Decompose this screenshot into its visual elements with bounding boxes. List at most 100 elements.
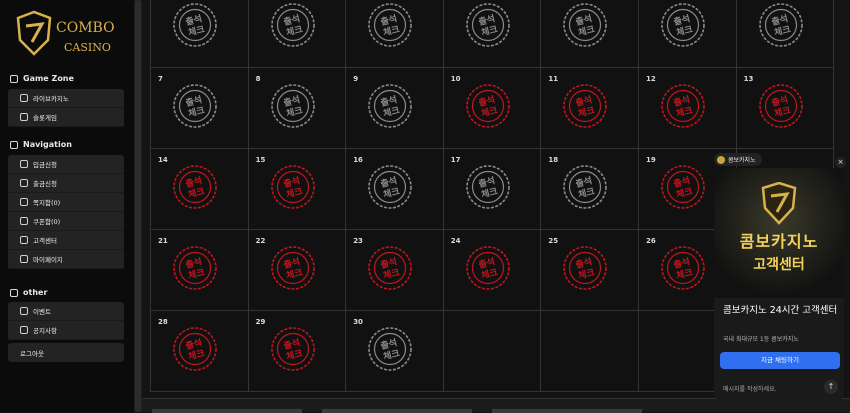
sidebar-item-slot-game[interactable]: 슬롯게임: [8, 108, 124, 127]
shield-logo-icon: [761, 182, 797, 225]
calendar-day-cell: 출석 체크: [346, 0, 444, 68]
attendance-stamp-unchecked-icon: 출석체크: [368, 84, 412, 128]
attendance-stamp-unchecked-icon: 출석체크: [368, 327, 412, 371]
calendar-day-cell: [443, 311, 542, 392]
calendar-day-number: 26: [646, 237, 656, 245]
calendar-day-number: 29: [255, 318, 266, 326]
sidebar-item-messages[interactable]: 쪽지함(0): [8, 193, 124, 212]
calendar-day-cell: 출석 체크: [248, 0, 347, 68]
attendance-stamp-unchecked-icon: 출석체크: [758, 3, 803, 47]
sidebar-item-support[interactable]: 고객센터: [8, 231, 124, 250]
attendance-stamp-checked-icon: 출석체크: [173, 246, 217, 290]
chat-message-input[interactable]: 메시지를 작성하세요.: [723, 384, 777, 393]
calendar-day-cell: 11 출석 체크: [541, 68, 639, 149]
calendar-day-cell: 23 출석 체크: [346, 230, 444, 311]
bottom-bar-segment: [492, 409, 642, 413]
attendance-stamp-unchecked-icon: 출석체크: [368, 3, 412, 47]
headset-icon: [20, 236, 28, 244]
send-icon[interactable]: ↑: [824, 380, 838, 394]
calendar-day-cell: 12 출석 체크: [639, 68, 737, 149]
calendar-day-number: 8: [255, 75, 261, 83]
calendar-day-cell: 22 출석 체크: [248, 230, 347, 311]
attendance-stamp-checked-icon: 출석체크: [465, 84, 510, 128]
attendance-stamp-checked-icon: 출석체크: [465, 246, 510, 290]
sidebar-item-mypage[interactable]: 마이페이지: [8, 250, 124, 269]
compass-icon: [10, 140, 18, 149]
mail-icon: [20, 198, 28, 206]
chat-launcher-pill[interactable]: 콤보카지노: [714, 153, 762, 166]
logo-line2: CASINO: [64, 41, 111, 54]
calendar-day-number: 14: [158, 156, 168, 164]
calendar-day-cell: 24 출석 체크: [443, 230, 542, 311]
calendar-day-number: 30: [353, 318, 363, 326]
start-chat-button[interactable]: 지금 채팅하기: [720, 352, 840, 369]
sidebar-item-notice[interactable]: 공지사항: [8, 321, 124, 340]
slot-icon: [20, 113, 28, 121]
attendance-stamp-unchecked-icon: 출석체크: [563, 165, 608, 209]
bottom-bar-segment: [152, 409, 302, 413]
calendar-day-cell: 16 출석 체크: [346, 149, 444, 230]
calendar-day-number: 22: [255, 237, 266, 245]
attendance-stamp-unchecked-icon: 출석체크: [368, 165, 412, 209]
chat-subtitle: 국내 최대규모 1등 콤보카지노: [723, 336, 799, 343]
calendar-day-number: 12: [646, 75, 656, 83]
deposit-icon: [20, 160, 28, 168]
attendance-stamp-checked-icon: 출석체크: [661, 84, 705, 128]
cards-icon: [20, 94, 28, 102]
attendance-stamp-unchecked-icon: 출석체크: [563, 3, 608, 47]
calendar-day-number: 21: [158, 237, 168, 245]
sidebar-item-deposit[interactable]: 입금신청: [8, 155, 124, 174]
calendar-day-cell: 10 출석 체크: [443, 68, 542, 149]
calendar-day-cell: 출석 체크: [639, 0, 737, 68]
bottom-bar-segment: [322, 409, 472, 413]
scrollbar-thumb[interactable]: [135, 0, 141, 412]
sidebar-item-event[interactable]: 이벤트: [8, 302, 124, 321]
attendance-stamp-checked-icon: 출석체크: [661, 246, 705, 290]
calendar-day-cell: 15 출석 체크: [248, 149, 347, 230]
attendance-stamp-checked-icon: 출석체크: [270, 327, 315, 371]
combo-casino-logo[interactable]: COMBO CASINO: [14, 10, 124, 58]
sidebar-item-coupons[interactable]: 쿠폰함(0): [8, 212, 124, 231]
chat-banner-line2: 고객센터: [753, 257, 805, 273]
scrollbar[interactable]: [134, 0, 142, 412]
coupon-icon: [20, 217, 28, 225]
attendance-stamp-checked-icon: 출석체크: [270, 165, 315, 209]
folder-icon: [10, 288, 18, 297]
withdraw-icon: [20, 179, 28, 187]
calendar-day-number: 7: [158, 75, 163, 83]
chat-close-button[interactable]: ×: [835, 157, 846, 168]
calendar-day-cell: 출석 체크: [443, 0, 542, 68]
calendar-day-cell: 13 출석 체크: [736, 68, 835, 149]
calendar-day-cell: 28 출석 체크: [151, 311, 249, 392]
attendance-stamp-checked-icon: 출석체크: [368, 246, 412, 290]
calendar-day-cell: 출석 체크: [151, 0, 249, 68]
section-title-navigation: Navigation: [10, 140, 72, 149]
chat-banner: 콤보카지노 고객센터: [714, 168, 844, 298]
attendance-stamp-unchecked-icon: 출석체크: [661, 3, 705, 47]
calendar-day-number: 28: [158, 318, 168, 326]
calendar-day-number: 10: [450, 75, 461, 83]
calendar-day-cell: 17 출석 체크: [443, 149, 542, 230]
calendar-day-cell: 30 출석 체크: [346, 311, 444, 392]
calendar-day-cell: 9 출석 체크: [346, 68, 444, 149]
navigation-menu: 입금신청 출금신청 쪽지함(0) 쿠폰함(0) 고객센터 마이페이지: [8, 155, 124, 269]
calendar-day-cell: [541, 311, 639, 392]
logout-button[interactable]: 로그아웃: [8, 343, 124, 362]
sidebar-item-live-casino[interactable]: 라이브카지노: [8, 89, 124, 108]
calendar-day-number: 9: [353, 75, 359, 83]
attendance-stamp-unchecked-icon: 출석체크: [270, 3, 315, 47]
chat-widget: 콤보카지노 고객센터 콤보카지노 24시간 고객센터 국내 최대규모 1등 콤보…: [714, 168, 844, 400]
chat-title: 콤보카지노 24시간 고객센터: [723, 305, 838, 316]
sidebar-item-withdraw[interactable]: 출금신청: [8, 174, 124, 193]
notice-icon: [20, 326, 28, 334]
calendar-day-cell: 29 출석 체크: [248, 311, 347, 392]
attendance-stamp-unchecked-icon: 출석체크: [465, 3, 510, 47]
calendar-day-number: 11: [548, 75, 559, 83]
calendar-day-number: 25: [548, 237, 559, 245]
game-zone-menu: 라이브카지노 슬롯게임: [8, 89, 124, 127]
calendar-day-number: 17: [450, 156, 461, 164]
calendar-day-number: 15: [255, 156, 266, 164]
gamepad-icon: [10, 74, 18, 83]
sidebar: COMBO CASINO Game Zone 라이브카지노 슬롯게임 Navig…: [0, 0, 134, 412]
attendance-stamp-checked-icon: 출석체크: [270, 246, 315, 290]
